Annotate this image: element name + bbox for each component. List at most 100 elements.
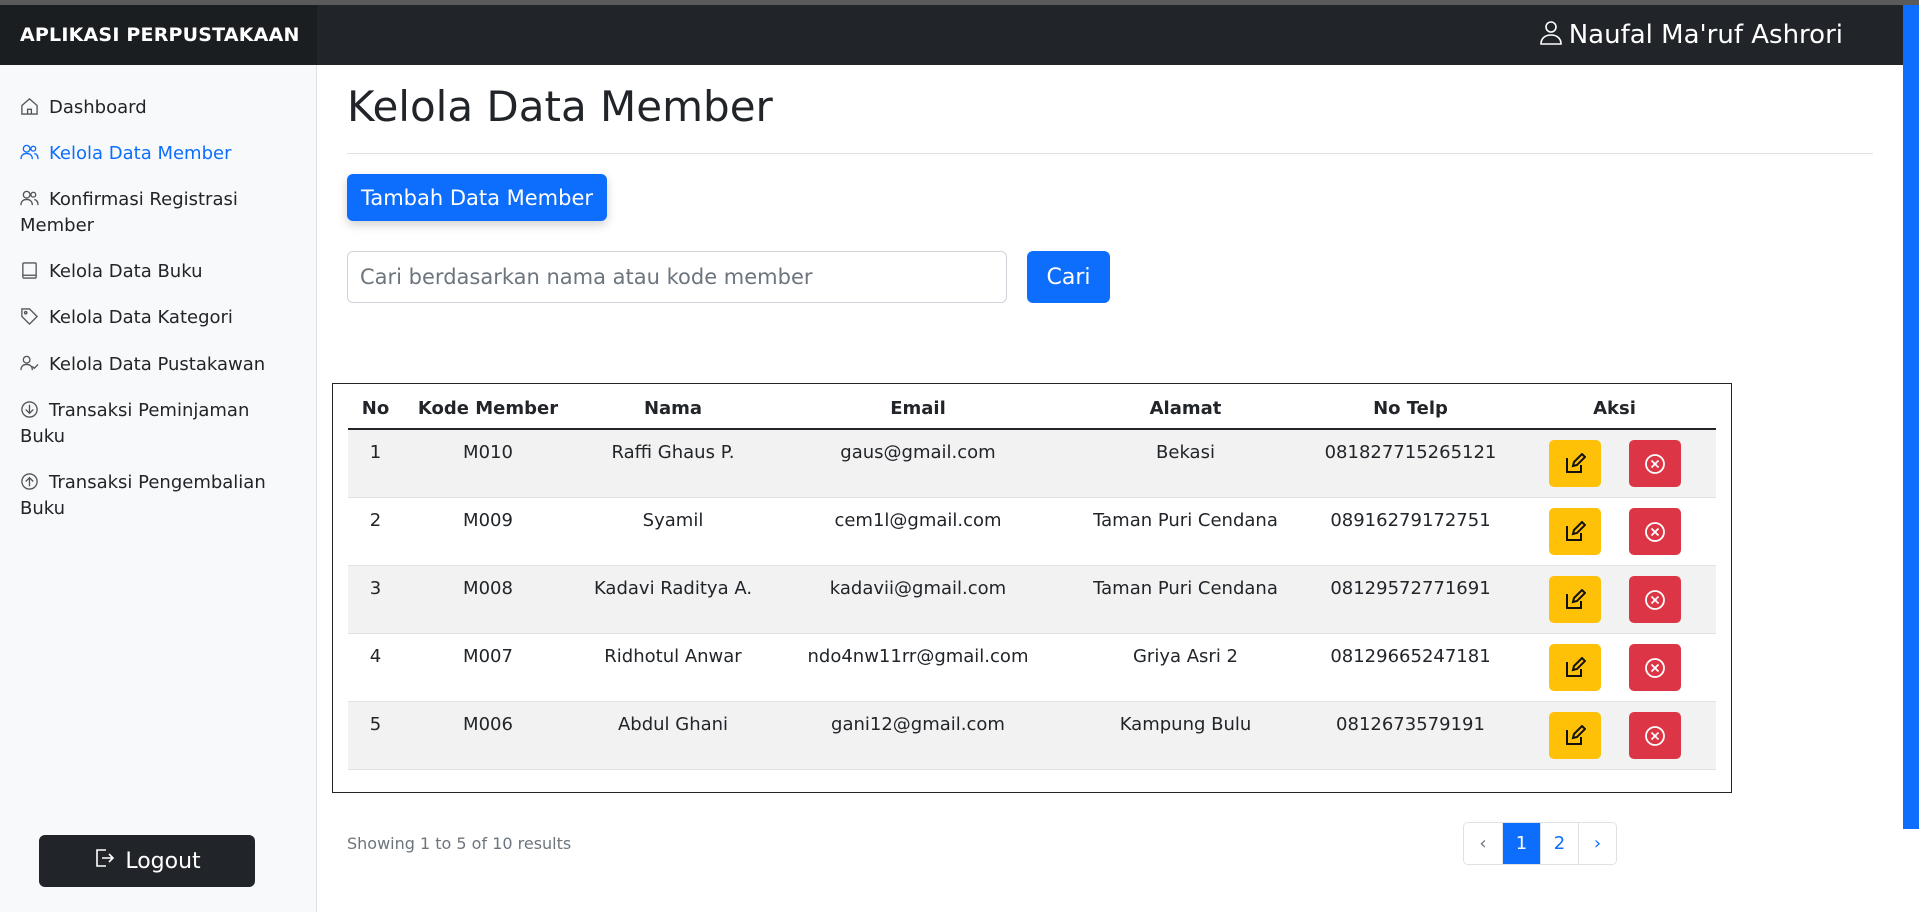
pagination-page-2[interactable]: 2 [1540,823,1578,864]
sidebar-item-transaksi-peminjaman[interactable]: Transaksi Peminjaman Buku [20,398,290,450]
edit-button[interactable] [1548,440,1601,487]
cell-email: gani12@gmail.com [773,701,1063,770]
sidebar-item-kelola-data-kategori[interactable]: Kelola Data Kategori [20,305,290,331]
sidebar-item-label: Transaksi Peminjaman Buku [20,400,250,447]
close-circle-icon [1644,454,1665,474]
cell-telp: 0812673579191 [1308,701,1513,770]
sidebar-item-label: Dashboard [49,97,147,118]
column-header[interactable]: Email [773,389,1063,430]
table-row: 5 M006 Abdul Ghani gani12@gmail.com Kamp… [348,701,1716,770]
edit-button[interactable] [1548,575,1601,623]
table-row: 3 M008 Kadavi Raditya A. kadavii@gmail.c… [348,565,1716,634]
cell-telp: 081827715265121 [1308,429,1513,498]
cell-email: ndo4nw11rr@gmail.com [773,633,1063,702]
cell-telp: 08916279172751 [1308,497,1513,566]
edit-button[interactable] [1548,643,1601,691]
edit-icon [1565,588,1586,609]
cell-email: cem1l@gmail.com [773,497,1063,566]
cell-nama: Ridhotul Anwar [573,633,773,702]
edit-icon [1565,453,1586,473]
column-header[interactable]: Alamat [1063,389,1308,430]
logout-button[interactable]: Logout [39,835,255,887]
close-circle-icon [1644,725,1665,746]
table-row: 2 M009 Syamil cem1l@gmail.com Taman Puri… [348,497,1716,566]
cell-alamat: Griya Asri 2 [1063,633,1308,702]
arrow-down-circle-icon [20,400,42,418]
sidebar-item-kelola-data-buku[interactable]: Kelola Data Buku [20,259,290,285]
delete-button[interactable] [1628,440,1681,487]
cell-aksi [1513,497,1716,566]
delete-button[interactable] [1628,711,1681,759]
delete-button[interactable] [1628,575,1681,623]
page-title: Kelola Data Member [347,82,773,131]
sidebar-item-konfirmasi-registrasi[interactable]: Konfirmasi Registrasi Member [20,187,290,239]
top-navbar: APLIKASI PERPUSTAKAAN Naufal Ma'ruf Ashr… [0,5,1903,65]
table-row: 1 M010 Raffi Ghaus P. gaus@gmail.com Bek… [348,429,1716,498]
title-divider [347,153,1873,154]
sidebar-item-label: Konfirmasi Registrasi Member [20,189,238,236]
cell-telp: 08129665247181 [1308,633,1513,702]
search-input[interactable] [347,251,1007,303]
cell-email: gaus@gmail.com [773,429,1063,498]
cell-alamat: Taman Puri Cendana [1063,497,1308,566]
sidebar-item-label: Kelola Data Member [49,143,232,164]
user-check-icon [20,354,42,372]
pagination: ‹ 1 2 › [1463,822,1617,865]
search-button[interactable]: Cari [1027,251,1110,303]
app-brand[interactable]: APLIKASI PERPUSTAKAAN [0,5,317,65]
column-header[interactable]: No Telp [1308,389,1513,430]
home-icon [20,97,42,115]
book-icon [20,261,42,279]
cell-no: 5 [348,701,403,770]
cell-nama: Kadavi Raditya A. [573,565,773,634]
cell-no: 2 [348,497,403,566]
column-header[interactable]: No [348,389,403,430]
edit-button[interactable] [1548,507,1601,555]
cell-no: 1 [348,429,403,498]
pagination-next[interactable]: › [1578,823,1616,864]
close-circle-icon [1644,657,1665,678]
cell-kode: M008 [403,565,573,634]
edit-button[interactable] [1548,711,1601,759]
member-table: No Kode Member Nama Email Alamat No Telp… [348,389,1716,770]
arrow-up-circle-icon [20,472,42,490]
cell-telp: 08129572771691 [1308,565,1513,634]
column-header: Aksi [1513,389,1716,430]
users-icon [20,143,42,161]
sidebar-item-label: Kelola Data Kategori [49,307,233,328]
user-menu[interactable]: Naufal Ma'ruf Ashrori [1539,5,1843,65]
pagination-summary: Showing 1 to 5 of 10 results [347,834,572,853]
sidebar-item-kelola-data-member[interactable]: Kelola Data Member [20,141,290,167]
sidebar-item-kelola-data-pustakawan[interactable]: Kelola Data Pustakawan [20,352,290,378]
cell-kode: M010 [403,429,573,498]
column-header[interactable]: Nama [573,389,773,430]
logout-label: Logout [125,848,201,874]
table-header-row: No Kode Member Nama Email Alamat No Telp… [348,389,1716,430]
add-member-button[interactable]: Tambah Data Member [347,174,607,221]
edit-icon [1565,724,1586,745]
delete-button[interactable] [1628,507,1681,555]
cell-kode: M006 [403,701,573,770]
sidebar-item-label: Kelola Data Buku [49,261,203,282]
cell-nama: Syamil [573,497,773,566]
sidebar-item-label: Transaksi Pengembalian Buku [20,472,266,519]
cell-nama: Raffi Ghaus P. [573,429,773,498]
pagination-page-1[interactable]: 1 [1502,823,1540,864]
users-icon [20,189,42,207]
delete-button[interactable] [1628,643,1681,691]
sidebar-item-label: Kelola Data Pustakawan [49,354,266,375]
close-circle-icon [1644,589,1665,610]
user-name: Naufal Ma'ruf Ashrori [1568,20,1843,50]
cell-no: 4 [348,633,403,702]
sidebar-item-transaksi-pengembalian[interactable]: Transaksi Pengembalian Buku [20,470,290,522]
sidebar-item-dashboard[interactable]: Dashboard [20,95,290,121]
pagination-prev[interactable]: ‹ [1464,823,1502,864]
user-icon [1539,19,1563,52]
cell-nama: Abdul Ghani [573,701,773,770]
cell-no: 3 [348,565,403,634]
cell-kode: M007 [403,633,573,702]
cell-alamat: Bekasi [1063,429,1308,498]
scrollbar-strip[interactable] [1903,5,1919,829]
column-header[interactable]: Kode Member [403,389,573,430]
close-circle-icon [1644,521,1665,542]
